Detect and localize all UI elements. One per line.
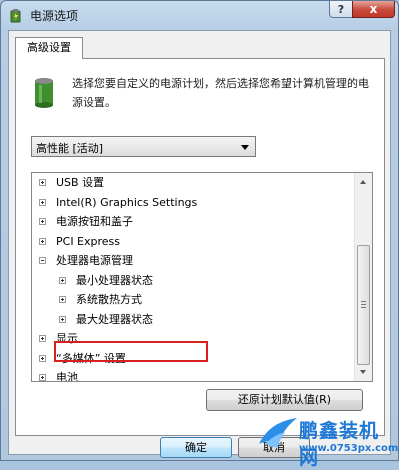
advanced-settings-panel: 选择您要自定义的电源计划，然后选择您希望计算机管理的电源设置。 高性能 [活动]…: [15, 58, 385, 436]
expand-plus-icon[interactable]: [59, 315, 66, 323]
help-button[interactable]: ?: [329, 1, 353, 18]
power-options-icon: [10, 9, 21, 23]
tree-item-label: 电源按钮和盖子: [56, 215, 133, 228]
expand-plus-icon[interactable]: [39, 179, 46, 186]
expand-plus-icon[interactable]: [39, 237, 46, 245]
tree-item-label: USB 设置: [56, 176, 105, 189]
expand-plus-icon[interactable]: [59, 296, 66, 303]
expand-plus-icon[interactable]: [39, 335, 46, 342]
dialog-client-area: 高级设置 选择您要自定义的电源计划，然后选择您希望计算机管理的电源设置。 高性能…: [8, 30, 391, 458]
title-bar[interactable]: 电源选项 ? x: [1, 1, 398, 29]
settings-tree[interactable]: USB 设置 Intel(R) Graphics Settings 电源按钮和盖子 P…: [31, 172, 373, 382]
highlight-box: [54, 341, 208, 362]
watermark-url: www.0753px.com: [299, 443, 399, 454]
window-title: 电源选项: [30, 9, 79, 23]
tree-item-label: 电池: [56, 371, 78, 382]
watermark-brand-a: 鹏鑫: [299, 420, 340, 442]
power-plan-value: 高性能 [活动]: [36, 142, 104, 155]
tree-item-label: 最小处理器状态: [76, 273, 153, 287]
tree-item-label: Intel(R) Graphics Settings: [56, 195, 198, 209]
restore-defaults-button[interactable]: 还原计划默认值(R): [206, 389, 363, 411]
ok-button[interactable]: 确定: [160, 437, 232, 458]
description-text: 选择您要自定义的电源计划，然后选择您希望计算机管理的电源设置。: [72, 77, 369, 109]
scroll-down-arrow-icon[interactable]: [355, 364, 372, 381]
tree-scrollbar[interactable]: [354, 173, 372, 381]
scroll-up-arrow-icon[interactable]: [355, 173, 372, 190]
tab-advanced-settings[interactable]: 高级设置: [15, 37, 83, 59]
tree-item-label: PCI Express: [56, 234, 121, 248]
expand-plus-icon[interactable]: [39, 218, 46, 225]
expand-plus-icon[interactable]: [59, 276, 66, 284]
tree-item-label: 系统散热方式: [76, 293, 142, 306]
collapse-minus-icon[interactable]: [39, 257, 46, 264]
expand-plus-icon[interactable]: [39, 374, 46, 381]
tree-item-label: 最大处理器状态: [76, 312, 153, 326]
battery-icon: [35, 78, 53, 108]
watermark-logo: 鹏鑫装机网 www.0753px.com: [255, 412, 399, 469]
tree-item-label: 处理器电源管理: [56, 254, 133, 267]
close-button[interactable]: x: [352, 1, 395, 18]
bird-logo-icon: [259, 418, 297, 448]
power-options-window: 电源选项 ? x 高级设置 选择您要自定义的电源计划，然后选择您希望计算机管理的…: [0, 0, 399, 461]
chevron-down-icon[interactable]: [241, 145, 249, 150]
scrollbar-thumb[interactable]: [357, 245, 370, 365]
expand-plus-icon[interactable]: [39, 198, 46, 206]
expand-plus-icon[interactable]: [39, 354, 46, 362]
power-plan-select[interactable]: 高性能 [活动]: [31, 136, 256, 157]
